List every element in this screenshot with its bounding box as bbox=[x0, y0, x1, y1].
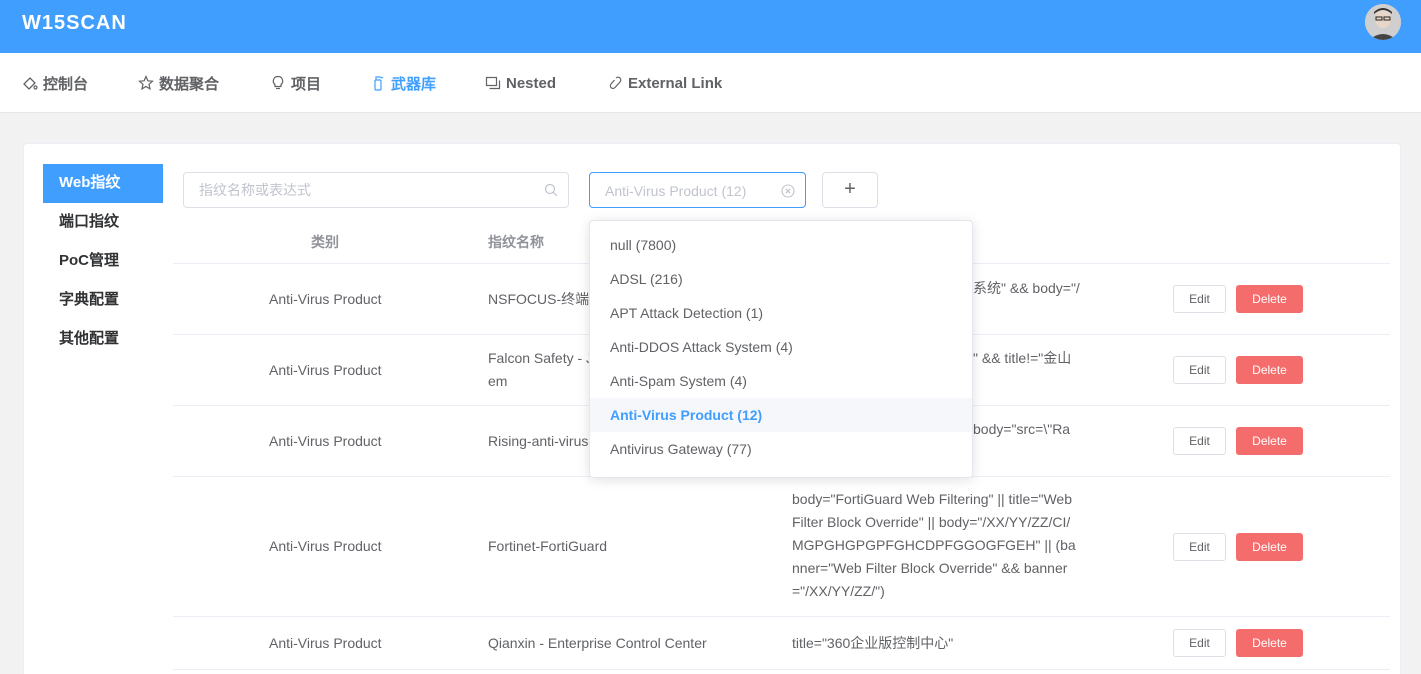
row-divider bbox=[173, 616, 1390, 617]
nav-item-external-link[interactable]: External Link bbox=[607, 73, 722, 93]
delete-button[interactable]: Delete bbox=[1236, 356, 1303, 384]
fingerprint-sidebar: Web指纹 端口指纹 PoC管理 字典配置 其他配置 bbox=[43, 164, 163, 359]
link-icon bbox=[609, 76, 622, 89]
column-header-name: 指纹名称 bbox=[488, 234, 544, 250]
nav-item-aggregation[interactable]: 数据聚合 bbox=[138, 73, 219, 93]
cell-name: Qianxin - Enterprise Control Center bbox=[488, 635, 707, 651]
dropdown-option[interactable]: APT Attack Detection (1) bbox=[590, 296, 972, 330]
lightbulb-icon bbox=[272, 75, 284, 90]
edit-button[interactable]: Edit bbox=[1173, 356, 1226, 384]
cell-name: Fortinet-FortiGuard bbox=[488, 538, 608, 554]
cell-category: Anti-Virus Product bbox=[269, 362, 382, 378]
search-input[interactable] bbox=[184, 173, 534, 207]
nav-label: External Link bbox=[628, 74, 723, 92]
edit-button[interactable]: Edit bbox=[1173, 427, 1226, 455]
cell-rule-line: nner="Web Filter Block Override" && bann… bbox=[792, 560, 1068, 576]
search-box bbox=[183, 172, 569, 208]
sidebar-item-web-fingerprint[interactable]: Web指纹 bbox=[43, 164, 163, 203]
copy-icon bbox=[485, 76, 501, 90]
palette-icon bbox=[23, 77, 38, 90]
category-dropdown: null (7800) ADSL (216) APT Attack Detect… bbox=[589, 220, 973, 478]
dropdown-option[interactable]: Anti-Spam System (4) bbox=[590, 364, 972, 398]
nav-label: 控制台 bbox=[43, 75, 89, 93]
clear-icon[interactable] bbox=[781, 184, 795, 198]
main-nav: 控制台 数据聚合 项目 武器库 Nested External Link bbox=[0, 53, 1421, 113]
sidebar-item-dictionary-config[interactable]: 字典配置 bbox=[43, 281, 163, 320]
app-brand[interactable]: W15SCAN bbox=[22, 12, 127, 35]
user-avatar[interactable] bbox=[1365, 4, 1401, 40]
cell-category: Anti-Virus Product bbox=[269, 635, 382, 651]
add-fingerprint-button[interactable]: + bbox=[822, 172, 878, 208]
cell-rule-line: ="/XX/YY/ZZ/") bbox=[792, 583, 885, 599]
nav-item-nested[interactable]: Nested bbox=[485, 73, 556, 93]
nav-item-arsenal[interactable]: 武器库 bbox=[370, 73, 436, 93]
dropdown-option[interactable]: ADSL (216) bbox=[590, 262, 972, 296]
cell-rule-line: body="FortiGuard Web Filtering" || title… bbox=[792, 491, 1073, 507]
top-header: W15SCAN bbox=[0, 0, 1421, 53]
category-select[interactable]: Anti-Virus Product (12) bbox=[589, 172, 806, 208]
cell-rule-line: MGPGHGPGPFGHCDPFGGOGFGEH" || (ba bbox=[792, 537, 1076, 553]
edit-button[interactable]: Edit bbox=[1173, 285, 1226, 313]
sidebar-item-port-fingerprint[interactable]: 端口指纹 bbox=[43, 203, 163, 242]
nav-label: 武器库 bbox=[391, 75, 437, 93]
cell-name: Rising-anti-virus bbox=[488, 433, 589, 449]
delete-button[interactable]: Delete bbox=[1236, 427, 1303, 455]
cell-category: Anti-Virus Product bbox=[269, 291, 382, 307]
delete-button[interactable]: Delete bbox=[1236, 629, 1303, 657]
column-header-category: 类别 bbox=[311, 234, 339, 250]
edit-button[interactable]: Edit bbox=[1173, 629, 1226, 657]
category-select-value: Anti-Virus Product (12) bbox=[605, 183, 747, 199]
search-icon[interactable] bbox=[544, 183, 558, 197]
extinguisher-icon bbox=[374, 76, 384, 91]
row-divider bbox=[173, 669, 1390, 670]
dropdown-option[interactable]: Anti-DDOS Attack System (4) bbox=[590, 330, 972, 364]
nav-item-projects[interactable]: 项目 bbox=[270, 73, 321, 93]
cell-rule: title="360企业版控制中心" bbox=[792, 635, 954, 651]
delete-button[interactable]: Delete bbox=[1236, 285, 1303, 313]
dropdown-option-selected[interactable]: Anti-Virus Product (12) bbox=[590, 398, 972, 432]
cell-name-continued: em bbox=[488, 373, 508, 389]
cell-category: Anti-Virus Product bbox=[269, 433, 382, 449]
delete-button[interactable]: Delete bbox=[1236, 533, 1303, 561]
nav-label: 项目 bbox=[291, 75, 322, 93]
cell-name: Falcon Safety - J bbox=[488, 350, 594, 366]
dropdown-option[interactable]: null (7800) bbox=[590, 228, 972, 262]
sidebar-item-other-config[interactable]: 其他配置 bbox=[43, 320, 163, 359]
nav-item-dashboard[interactable]: 控制台 bbox=[22, 73, 88, 93]
cell-category: Anti-Virus Product bbox=[269, 538, 382, 554]
cell-rule: " && title!="金山 bbox=[973, 350, 1072, 366]
dropdown-option[interactable]: Antivirus Gateway (77) bbox=[590, 432, 972, 466]
sidebar-item-poc-management[interactable]: PoC管理 bbox=[43, 242, 163, 281]
cell-name: NSFOCUS-终端 bbox=[488, 291, 590, 307]
nav-label: 数据聚合 bbox=[159, 75, 220, 93]
cell-rule: 系统" && body="/ bbox=[973, 280, 1080, 296]
cell-rule-line: Filter Block Override" || body="/XX/YY/Z… bbox=[792, 514, 1071, 530]
star-icon bbox=[138, 75, 154, 91]
edit-button[interactable]: Edit bbox=[1173, 533, 1226, 561]
cell-rule: body="src=\"Ra bbox=[973, 421, 1071, 437]
nav-label: Nested bbox=[506, 74, 557, 92]
